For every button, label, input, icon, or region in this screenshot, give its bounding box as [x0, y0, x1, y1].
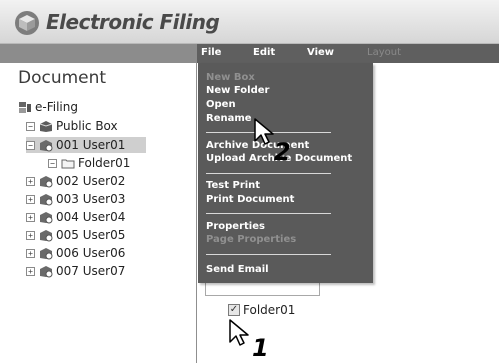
- tree-pane: Document e-Filing − Public Box − 001 Use…: [0, 63, 197, 363]
- tree-item-public-box[interactable]: − Public Box: [26, 118, 118, 134]
- user-box-icon: [40, 193, 53, 205]
- folder-checkbox[interactable]: ✓: [228, 304, 240, 316]
- tree-item-label: 003 User03: [56, 192, 126, 206]
- pane-title: Document: [18, 68, 107, 88]
- folder-icon: [61, 159, 75, 168]
- tree-item-user06[interactable]: + 006 User06: [26, 245, 125, 261]
- user-box-icon: [40, 229, 53, 241]
- menu-item-page-properties: Page Properties: [206, 234, 297, 245]
- menu-item-print-document[interactable]: Print Document: [206, 194, 294, 205]
- tree-item-folder01[interactable]: − Folder01: [48, 155, 130, 171]
- menu-layout: Layout: [367, 47, 401, 58]
- box-icon: [39, 120, 53, 132]
- menu-edit[interactable]: Edit: [253, 47, 275, 58]
- tree-item-user05[interactable]: + 005 User05: [26, 227, 125, 243]
- menu-item-new-box: New Box: [206, 72, 255, 83]
- tree-item-label: 004 User04: [56, 210, 126, 224]
- folder-entry-label: Folder01: [243, 303, 296, 317]
- tree-item-label: 006 User06: [56, 246, 126, 260]
- tree-item-label: Public Box: [56, 119, 118, 133]
- collapse-icon[interactable]: −: [48, 158, 57, 168]
- expand-icon[interactable]: +: [26, 212, 35, 222]
- step-number-2: 2: [274, 138, 291, 166]
- tree-root-icon: [19, 101, 31, 113]
- expand-icon[interactable]: +: [26, 266, 35, 276]
- tree-item-label: 007 User07: [56, 264, 126, 278]
- tree-item-user04[interactable]: + 004 User04: [26, 209, 125, 225]
- expand-icon[interactable]: +: [26, 194, 35, 204]
- tree-item-label: Folder01: [78, 156, 131, 170]
- tree-root-label: e-Filing: [35, 100, 78, 114]
- left-band: [0, 44, 197, 63]
- tree-item-label: 001 User01: [56, 138, 126, 152]
- menu-bar: File Edit View Layout: [197, 44, 499, 63]
- tree-root[interactable]: e-Filing: [18, 99, 78, 115]
- user-box-icon: [40, 139, 53, 151]
- app-logo-icon: [15, 11, 39, 35]
- app-header: Electronic Filing: [0, 0, 499, 44]
- tree-item-label: 005 User05: [56, 228, 126, 242]
- expand-icon[interactable]: +: [26, 176, 35, 186]
- app-title: Electronic Filing: [46, 10, 220, 34]
- collapse-icon[interactable]: −: [26, 140, 35, 150]
- menu-item-test-print[interactable]: Test Print: [206, 180, 260, 191]
- menu-separator: [206, 254, 331, 255]
- tree-item-user07[interactable]: + 007 User07: [26, 263, 125, 279]
- menu-item-rename[interactable]: Rename: [206, 113, 252, 124]
- user-box-icon: [40, 247, 53, 259]
- menu-item-new-folder[interactable]: New Folder: [206, 85, 269, 96]
- tree-item-user02[interactable]: + 002 User02: [26, 173, 125, 189]
- tree-item-label: 002 User02: [56, 174, 126, 188]
- mouse-pointer-icon: [254, 118, 274, 145]
- menu-view[interactable]: View: [307, 47, 334, 58]
- menu-item-open[interactable]: Open: [206, 99, 236, 110]
- file-menu: New Box New Folder Open Rename Archive D…: [198, 63, 373, 283]
- menu-item-properties[interactable]: Properties: [206, 221, 265, 232]
- step-number-1: 1: [252, 334, 269, 362]
- tree-item-user03[interactable]: + 003 User03: [26, 191, 125, 207]
- expand-icon[interactable]: +: [26, 230, 35, 240]
- user-box-icon: [40, 265, 53, 277]
- menu-separator: [206, 213, 331, 214]
- menu-item-send-email[interactable]: Send Email: [206, 264, 269, 275]
- menu-separator: [206, 173, 331, 174]
- expand-icon[interactable]: +: [26, 248, 35, 258]
- user-box-icon: [40, 211, 53, 223]
- user-box-icon: [40, 175, 53, 187]
- folder-entry[interactable]: ✓ Folder01: [228, 303, 295, 317]
- mouse-pointer-icon: [229, 319, 249, 346]
- menu-file[interactable]: File: [201, 47, 221, 58]
- tree-item-user01[interactable]: − 001 User01: [26, 137, 146, 153]
- collapse-icon[interactable]: −: [26, 121, 35, 131]
